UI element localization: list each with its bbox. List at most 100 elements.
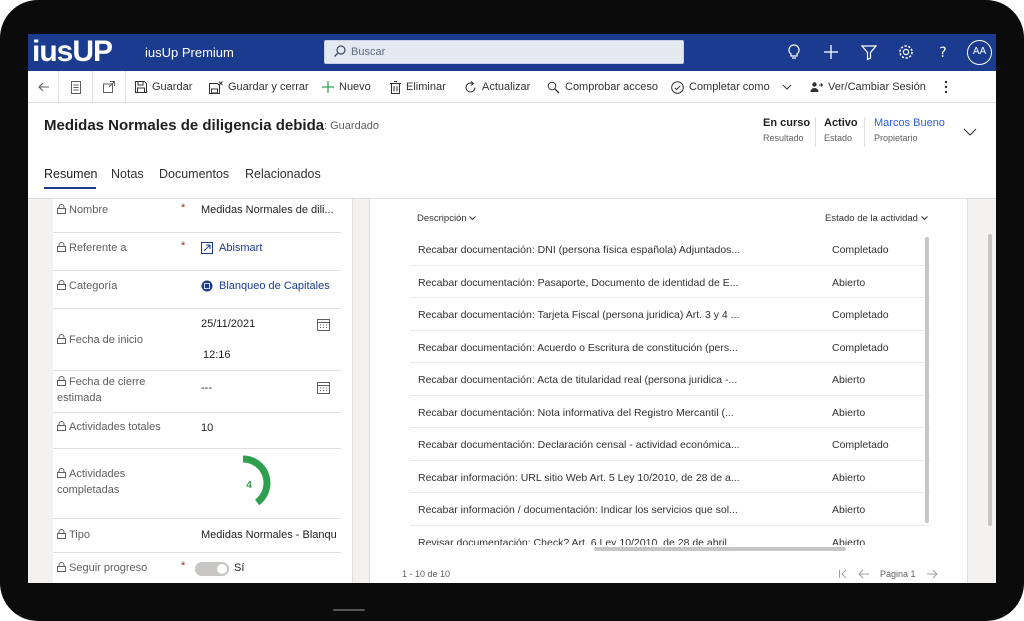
check-circle-icon bbox=[671, 80, 684, 94]
activity-description[interactable]: Recabar documentación: Nota informativa … bbox=[418, 407, 734, 419]
grid-horizontal-scrollbar[interactable] bbox=[594, 547, 846, 551]
table-row[interactable]: Recabar documentación: Acta de titularid… bbox=[410, 363, 930, 396]
toggle-knob bbox=[217, 564, 227, 574]
completed-activities-gauge: 4 bbox=[242, 455, 271, 506]
activity-state: Abierto bbox=[832, 471, 866, 484]
activity-description[interactable]: Recabar documentación: Pasaporte, Docume… bbox=[418, 277, 738, 289]
gauge-value: 4 bbox=[246, 480, 252, 491]
activity-state: Abierto bbox=[832, 406, 866, 419]
tab-resumen[interactable]: Resumen bbox=[44, 167, 98, 181]
name-value[interactable]: Medidas Normales de dili... bbox=[201, 204, 334, 216]
category-label: Categoría bbox=[57, 278, 117, 294]
check-access-button[interactable]: Comprobar acceso bbox=[547, 71, 658, 103]
activity-state: Completado bbox=[832, 309, 889, 321]
lightbulb-icon[interactable] bbox=[784, 42, 804, 62]
activity-description[interactable]: Recabar documentación: Declaración censa… bbox=[418, 439, 740, 451]
company-icon bbox=[201, 242, 213, 254]
key-search-icon bbox=[547, 81, 560, 93]
device-frame: iusUP iusUp Premium Buscar ? AA Guardar … bbox=[0, 0, 1024, 621]
activity-description[interactable]: Recabar documentación: Acuerdo o Escritu… bbox=[418, 342, 738, 354]
table-row[interactable]: Recabar documentación: DNI (persona físi… bbox=[410, 233, 930, 266]
save-and-close-button[interactable]: Guardar y cerrar bbox=[209, 71, 309, 103]
name-label: Nombre bbox=[57, 202, 108, 218]
active-tab-indicator bbox=[44, 187, 96, 189]
search-icon bbox=[334, 45, 346, 57]
table-row[interactable]: Recabar documentación: Tarjeta Fiscal (p… bbox=[410, 298, 930, 331]
close-date-value[interactable]: --- bbox=[201, 382, 212, 394]
activity-description[interactable]: Recabar información: URL sitio Web Art. … bbox=[418, 472, 740, 484]
first-page-icon[interactable] bbox=[838, 569, 848, 579]
tab-relacionados[interactable]: Relacionados bbox=[245, 167, 321, 181]
new-button[interactable]: Nuevo bbox=[322, 71, 371, 103]
back-button[interactable] bbox=[38, 71, 55, 103]
open-new-window-button[interactable] bbox=[103, 71, 120, 103]
table-row[interactable]: Recabar documentación: Nota informativa … bbox=[410, 396, 930, 428]
type-label: Tipo bbox=[57, 527, 90, 543]
state-value: Activo bbox=[824, 117, 858, 129]
save-button[interactable]: Guardar bbox=[135, 71, 192, 103]
table-row[interactable]: Recabar información: URL sitio Web Art. … bbox=[410, 461, 930, 493]
activity-description[interactable]: Revisar documentación: Check? Art. 6 Ley… bbox=[418, 537, 736, 546]
tab-documentos[interactable]: Documentos bbox=[159, 167, 229, 181]
start-date-value[interactable]: 25/11/2021 bbox=[201, 318, 255, 330]
calendar-icon[interactable] bbox=[317, 381, 330, 394]
refresh-button[interactable]: Actualizar bbox=[464, 71, 530, 103]
completed-activities-label: Actividades completadas bbox=[57, 468, 126, 496]
document-icon bbox=[71, 80, 81, 94]
record-title: Medidas Normales de diligencia debida bbox=[44, 117, 325, 134]
table-row[interactable]: Recabar información / documentación: Ind… bbox=[410, 493, 930, 526]
track-progress-value: Sí bbox=[234, 562, 245, 574]
activity-description[interactable]: Recabar documentación: Tarjeta Fiscal (p… bbox=[418, 309, 739, 321]
calendar-icon[interactable] bbox=[317, 318, 330, 331]
activity-state: Abierto bbox=[832, 276, 866, 289]
activity-description[interactable]: Recabar documentación: DNI (persona físi… bbox=[418, 244, 740, 256]
grid-vertical-scrollbar[interactable] bbox=[925, 237, 929, 523]
table-row[interactable]: Recabar documentación: Acuerdo o Escritu… bbox=[410, 331, 930, 363]
referent-link[interactable]: Abismart bbox=[219, 242, 262, 254]
app-logo[interactable]: iusUP bbox=[32, 35, 113, 69]
category-link[interactable]: Blanqueo de Capitales bbox=[219, 280, 330, 292]
back-arrow-icon bbox=[38, 82, 49, 92]
plus-icon[interactable] bbox=[821, 42, 841, 62]
form-view-button[interactable] bbox=[70, 71, 87, 103]
help-icon[interactable]: ? bbox=[933, 42, 953, 62]
divider bbox=[125, 71, 126, 103]
type-value[interactable]: Medidas Normales - Blanqu bbox=[201, 529, 337, 541]
search-input[interactable]: Buscar bbox=[351, 46, 385, 58]
table-row[interactable]: Recabar documentación: Pasaporte, Docume… bbox=[410, 266, 930, 298]
form-row-track-progress: Seguir progreso * Sí bbox=[53, 553, 341, 583]
total-activities-label: Actividades totales bbox=[57, 419, 161, 435]
search-box[interactable]: Buscar bbox=[324, 40, 684, 64]
form-row-referent: Referente a * Abismart bbox=[53, 233, 341, 271]
start-date-label: Fecha de inicio bbox=[57, 332, 143, 348]
delete-button[interactable]: Eliminar bbox=[390, 71, 446, 103]
previous-page-icon[interactable] bbox=[858, 569, 870, 579]
owner-link[interactable]: Marcos Bueno bbox=[874, 117, 945, 129]
complete-as-button[interactable]: Completar como bbox=[671, 71, 797, 103]
filter-icon[interactable] bbox=[859, 42, 879, 62]
save-close-label: Guardar y cerrar bbox=[228, 81, 309, 93]
table-row[interactable]: Revisar documentación: Check? Art. 6 Ley… bbox=[410, 526, 930, 546]
chevron-down-icon[interactable] bbox=[963, 127, 977, 137]
grid-rows: Recabar documentación: DNI (persona físi… bbox=[370, 199, 930, 545]
required-mark: * bbox=[181, 202, 186, 214]
delete-label: Eliminar bbox=[406, 81, 446, 93]
table-row[interactable]: Recabar documentación: Declaración censa… bbox=[410, 428, 930, 461]
activity-description[interactable]: Recabar información / documentación: Ind… bbox=[418, 504, 738, 516]
divider bbox=[815, 117, 816, 147]
page-scrollbar[interactable] bbox=[988, 234, 992, 526]
more-commands-button[interactable] bbox=[944, 71, 953, 103]
activity-description[interactable]: Recabar documentación: Acta de titularid… bbox=[418, 374, 737, 386]
owner-label: Propietario bbox=[874, 133, 918, 143]
gear-icon[interactable] bbox=[896, 42, 916, 62]
track-progress-toggle[interactable] bbox=[195, 562, 229, 576]
category-icon bbox=[201, 280, 213, 292]
app-name[interactable]: iusUp Premium bbox=[145, 45, 234, 60]
start-time-value[interactable]: 12:16 bbox=[203, 349, 231, 361]
required-mark: * bbox=[181, 560, 186, 572]
session-button[interactable]: Ver/Cambiar Sesión bbox=[810, 71, 926, 103]
user-avatar[interactable]: AA bbox=[967, 40, 992, 65]
next-page-icon[interactable] bbox=[926, 569, 938, 579]
tab-notas[interactable]: Notas bbox=[111, 167, 144, 181]
form-row-type: Tipo Medidas Normales - Blanqu bbox=[53, 519, 341, 553]
